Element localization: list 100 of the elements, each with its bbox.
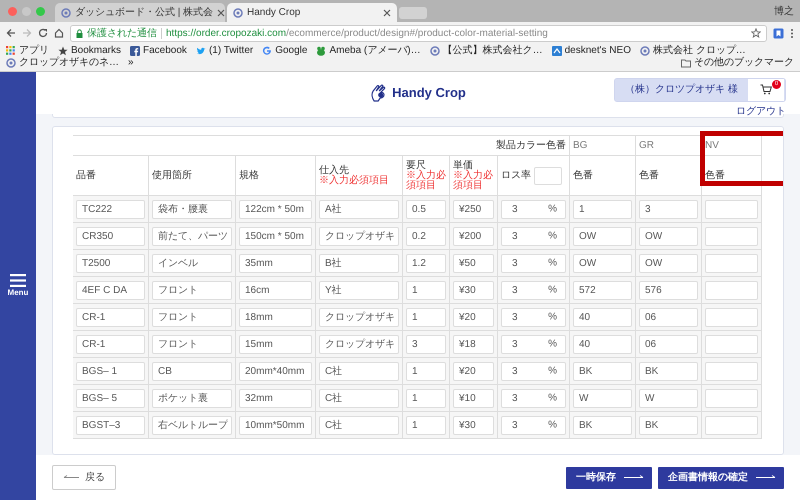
input-field[interactable]: 10mm*50mm [239, 416, 312, 434]
menu-button[interactable]: Menu [8, 274, 28, 298]
input-field[interactable]: 1 [406, 416, 446, 434]
input-field[interactable]: 1 [406, 388, 446, 408]
bookmark-link[interactable]: アプリ [6, 45, 49, 57]
confirm-button[interactable]: 企画書情報の確定 [658, 466, 784, 488]
input-field[interactable]: 35mm [239, 254, 312, 272]
table-header-cell: 規格 [236, 156, 316, 196]
input-field[interactable]: ¥200 [453, 226, 494, 246]
color-number-field[interactable]: 576 [639, 280, 698, 300]
color-number-field[interactable]: 572 [573, 280, 632, 300]
input-field[interactable]: ¥10 [453, 388, 494, 408]
input-field[interactable]: 0.2 [406, 226, 446, 246]
color-number-field[interactable]: 06 [639, 334, 698, 354]
color-number-field[interactable]: 40 [573, 308, 632, 326]
color-number-field[interactable]: 3 [639, 200, 698, 218]
input-field[interactable]: ポケット裏 [152, 388, 232, 408]
profile-name[interactable]: 博之 [774, 4, 794, 18]
input-field[interactable]: 4EF C DA [76, 280, 145, 300]
input-field[interactable]: 15mm [239, 334, 312, 354]
input-field[interactable]: クロップオザキ [319, 226, 399, 246]
bookmark-link[interactable]: Google [262, 45, 308, 57]
input-field[interactable]: BGS– 1 [76, 362, 145, 380]
browser-tab[interactable]: ダッシュボード・公式 | 株式会 [55, 3, 225, 22]
input-field[interactable]: クロップオザキ [319, 308, 399, 326]
url-text[interactable]: https://order.cropozaki.com/ecommerce/product/design#/product-color-material-setting [166, 26, 548, 40]
bookmark-link[interactable]: 株式会社 クロップ… [640, 45, 746, 57]
input-field[interactable]: CR-1 [76, 308, 145, 326]
input-field[interactable]: 3 [406, 334, 446, 354]
input-field[interactable]: 1.2 [406, 254, 446, 272]
bookmark-link[interactable]: Bookmarks [58, 45, 122, 57]
input-field[interactable]: 32mm [239, 388, 312, 408]
color-number-field[interactable]: OW [573, 226, 632, 246]
input-field[interactable]: B社 [319, 254, 399, 272]
input-field[interactable]: ¥30 [453, 416, 494, 434]
input-field[interactable]: ¥20 [453, 308, 494, 326]
input-field[interactable]: インベル [152, 254, 232, 272]
input-field[interactable]: ¥18 [453, 334, 494, 354]
bookmark-link[interactable]: クロップオザキのネ… [6, 57, 119, 69]
input-field[interactable]: CB [152, 362, 232, 380]
color-number-field[interactable]: BK [573, 362, 632, 380]
save-button[interactable]: 一時保存 [566, 466, 652, 488]
color-number-field[interactable]: 06 [639, 308, 698, 326]
color-number-field[interactable]: BK [639, 362, 698, 380]
input-field[interactable]: BGS– 5 [76, 388, 145, 408]
input-field[interactable]: 1 [406, 308, 446, 326]
logout-link[interactable]: ログアウト [736, 104, 786, 118]
color-number-field[interactable]: OW [573, 254, 632, 272]
input-field[interactable]: Y社 [319, 280, 399, 300]
bookmark-link[interactable]: Facebook [130, 45, 187, 57]
input-field[interactable]: 袋布・腰裏 [152, 200, 232, 218]
input-field[interactable]: 150cm * 50m [239, 226, 312, 246]
input-field[interactable]: フロント [152, 334, 232, 354]
input-field[interactable]: 16cm [239, 280, 312, 300]
bookmark-link[interactable]: (1) Twitter [196, 45, 254, 57]
input-field[interactable]: C社 [319, 362, 399, 380]
input-field[interactable]: 18mm [239, 308, 312, 326]
input-field[interactable]: ¥30 [453, 280, 494, 300]
input-field[interactable]: 右ベルトループ [152, 416, 232, 434]
input-field[interactable]: BGST–3 [76, 416, 145, 434]
color-number-field[interactable]: W [639, 388, 698, 408]
color-number-field[interactable]: BK [639, 416, 698, 434]
input-field[interactable]: C社 [319, 416, 399, 434]
input-field[interactable]: クロップオザキ [319, 334, 399, 354]
bookmark-link[interactable]: desknet's NEO [552, 45, 631, 57]
color-number-field[interactable]: BK [573, 416, 632, 434]
input-field[interactable]: A社 [319, 200, 399, 218]
input-field[interactable]: 20mm*40mm [239, 362, 312, 380]
color-number-field[interactable]: OW [639, 226, 698, 246]
input-field[interactable]: 0.5 [406, 200, 446, 218]
input-field[interactable]: T2500 [76, 254, 145, 272]
back-button[interactable]: 戻る [52, 465, 116, 490]
input-field[interactable]: フロント [152, 308, 232, 326]
color-number-field[interactable]: OW [639, 254, 698, 272]
input-field[interactable]: 前たて、パーツ [152, 226, 232, 246]
input-field[interactable]: CR-1 [76, 334, 145, 354]
required-note: ※入力必須項目 [406, 171, 446, 191]
input-field[interactable]: CR350 [76, 226, 145, 246]
color-code-header: GR [636, 135, 702, 156]
bookmark-link[interactable]: 【公式】株式会社ク… [430, 45, 543, 57]
color-number-field[interactable]: W [573, 388, 632, 408]
bookmark-link[interactable]: その他のブックマーク [681, 57, 794, 69]
input-field[interactable]: TC222 [76, 200, 145, 218]
input-field[interactable]: C社 [319, 388, 399, 408]
input-field[interactable]: 1 [406, 280, 446, 300]
address-bar[interactable]: 保護された通信 https://order.cropozaki.com/ecommerce/product/design#/product-color-material-setting [70, 24, 767, 42]
bookmark-link[interactable]: » [128, 57, 134, 69]
bookmark-link[interactable]: Ameba (アメーバ)… [316, 45, 421, 57]
input-field[interactable]: ¥250 [453, 200, 494, 218]
color-number-field[interactable]: 40 [573, 334, 632, 354]
logo[interactable]: Handy Crop [370, 83, 466, 103]
percent-label: % [548, 418, 557, 432]
input-field[interactable]: フロント [152, 280, 232, 300]
color-number-field[interactable]: 1 [573, 200, 632, 218]
input-field[interactable]: ¥50 [453, 254, 494, 272]
percent-label: % [548, 338, 557, 352]
input-field[interactable]: 122cm * 50m [239, 200, 312, 218]
input-field[interactable]: ¥20 [453, 362, 494, 380]
browser-tab[interactable]: Handy Crop [227, 3, 397, 22]
input-field[interactable]: 1 [406, 362, 446, 380]
